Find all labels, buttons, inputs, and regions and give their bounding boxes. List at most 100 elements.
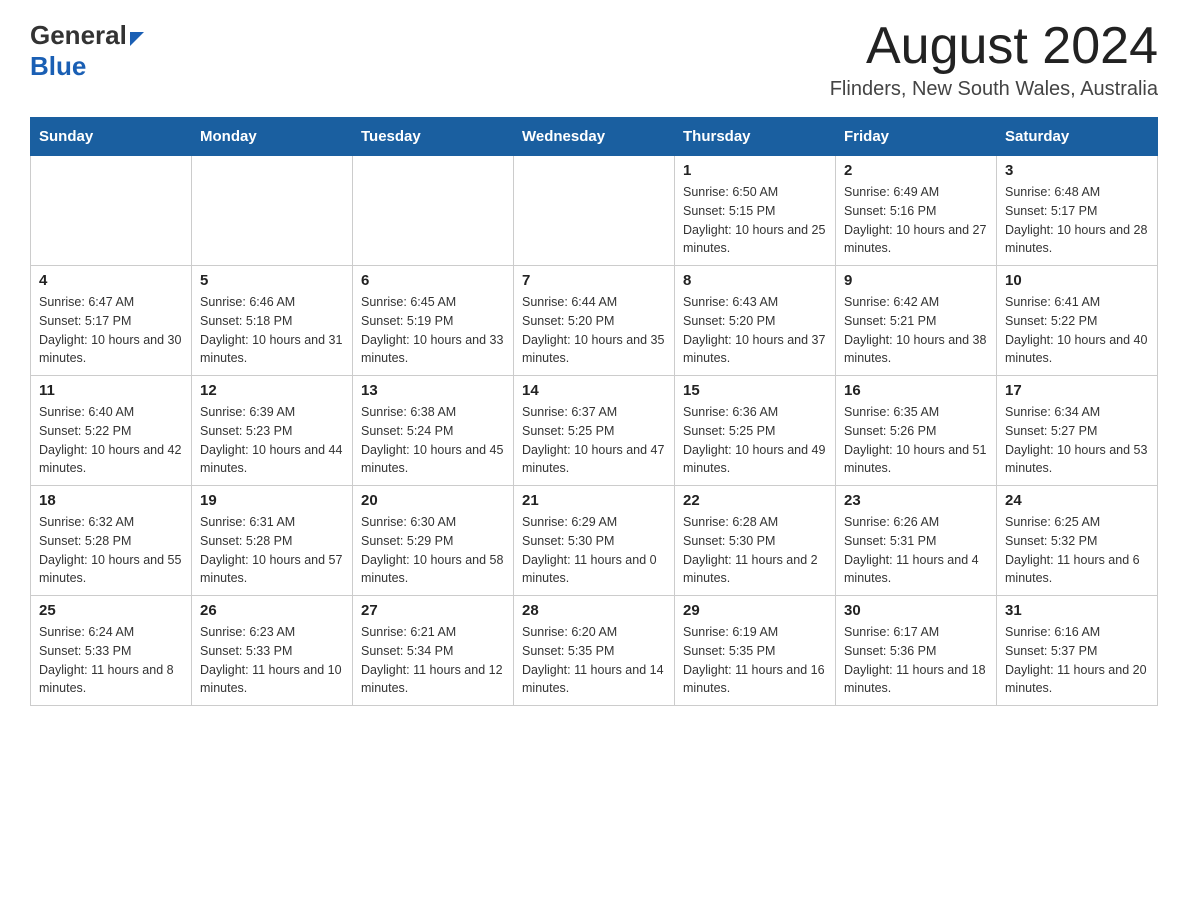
- logo-general-text: General: [30, 20, 127, 51]
- location-subtitle: Flinders, New South Wales, Australia: [830, 78, 1158, 101]
- calendar-cell: [192, 156, 353, 266]
- day-info: Sunrise: 6:30 AMSunset: 5:29 PMDaylight:…: [361, 513, 505, 588]
- day-info: Sunrise: 6:46 AMSunset: 5:18 PMDaylight:…: [200, 293, 344, 368]
- calendar-cell: 27Sunrise: 6:21 AMSunset: 5:34 PMDayligh…: [353, 596, 514, 706]
- calendar-header-row: SundayMondayTuesdayWednesdayThursdayFrid…: [31, 118, 1158, 156]
- calendar-cell: 9Sunrise: 6:42 AMSunset: 5:21 PMDaylight…: [836, 266, 997, 376]
- calendar-cell: [31, 156, 192, 266]
- day-info: Sunrise: 6:16 AMSunset: 5:37 PMDaylight:…: [1005, 623, 1149, 698]
- calendar-cell: 23 Sunrise: 6:26 AMSunset: 5:31 PMDayligh…: [836, 486, 997, 596]
- day-number: 12: [200, 382, 344, 399]
- day-number: 25: [39, 602, 183, 619]
- day-header-monday: Monday: [192, 118, 353, 156]
- logo: General Blue: [30, 20, 144, 82]
- day-header-tuesday: Tuesday: [353, 118, 514, 156]
- day-info: Sunrise: 6:36 AMSunset: 5:25 PMDaylight:…: [683, 403, 827, 478]
- day-info: Sunrise: 6:38 AMSunset: 5:24 PMDaylight:…: [361, 403, 505, 478]
- calendar-week-row: 11 Sunrise: 6:40 AMSunset: 5:22 PMDayligh…: [31, 376, 1158, 486]
- calendar-cell: 5 Sunrise: 6:46 AMSunset: 5:18 PMDaylight…: [192, 266, 353, 376]
- calendar-cell: 10 Sunrise: 6:41 AMSunset: 5:22 PMDayligh…: [997, 266, 1158, 376]
- day-info: Sunrise: 6:32 AMSunset: 5:28 PMDaylight:…: [39, 513, 183, 588]
- day-number: 26: [200, 602, 344, 619]
- day-info: Sunrise: 6:50 AMSunset: 5:15 PMDaylight:…: [683, 183, 827, 258]
- day-number: 7: [522, 272, 666, 289]
- calendar-week-row: 25 Sunrise: 6:24 AMSunset: 5:33 PMDayligh…: [31, 596, 1158, 706]
- day-number: 8: [683, 272, 827, 289]
- calendar-cell: 22 Sunrise: 6:28 AMSunset: 5:30 PMDayligh…: [675, 486, 836, 596]
- calendar-cell: 26 Sunrise: 6:23 AMSunset: 5:33 PMDayligh…: [192, 596, 353, 706]
- calendar-cell: 6Sunrise: 6:45 AMSunset: 5:19 PMDaylight…: [353, 266, 514, 376]
- day-info: Sunrise: 6:31 AMSunset: 5:28 PMDaylight:…: [200, 513, 344, 588]
- day-info: Sunrise: 6:19 AMSunset: 5:35 PMDaylight:…: [683, 623, 827, 698]
- day-number: 28: [522, 602, 666, 619]
- calendar-cell: 17Sunrise: 6:34 AMSunset: 5:27 PMDayligh…: [997, 376, 1158, 486]
- day-number: 22: [683, 492, 827, 509]
- calendar-cell: 2 Sunrise: 6:49 AMSunset: 5:16 PMDaylight…: [836, 156, 997, 266]
- day-number: 23: [844, 492, 988, 509]
- logo-arrow-icon: [130, 32, 144, 46]
- day-number: 3: [1005, 162, 1149, 179]
- day-info: Sunrise: 6:35 AMSunset: 5:26 PMDaylight:…: [844, 403, 988, 478]
- calendar-cell: 25 Sunrise: 6:24 AMSunset: 5:33 PMDayligh…: [31, 596, 192, 706]
- calendar-cell: 4 Sunrise: 6:47 AMSunset: 5:17 PMDaylight…: [31, 266, 192, 376]
- day-number: 1: [683, 162, 827, 179]
- day-info: Sunrise: 6:41 AMSunset: 5:22 PMDaylight:…: [1005, 293, 1149, 368]
- calendar-cell: 21 Sunrise: 6:29 AMSunset: 5:30 PMDayligh…: [514, 486, 675, 596]
- title-block: August 2024 Flinders, New South Wales, A…: [830, 20, 1158, 101]
- calendar-cell: 16 Sunrise: 6:35 AMSunset: 5:26 PMDayligh…: [836, 376, 997, 486]
- month-title: August 2024: [830, 20, 1158, 72]
- calendar-cell: [353, 156, 514, 266]
- calendar-cell: 8 Sunrise: 6:43 AMSunset: 5:20 PMDaylight…: [675, 266, 836, 376]
- calendar-week-row: 18Sunrise: 6:32 AMSunset: 5:28 PMDayligh…: [31, 486, 1158, 596]
- day-header-friday: Friday: [836, 118, 997, 156]
- calendar-cell: 1 Sunrise: 6:50 AMSunset: 5:15 PMDaylight…: [675, 156, 836, 266]
- day-info: Sunrise: 6:49 AMSunset: 5:16 PMDaylight:…: [844, 183, 988, 258]
- calendar-cell: 14 Sunrise: 6:37 AMSunset: 5:25 PMDayligh…: [514, 376, 675, 486]
- day-info: Sunrise: 6:25 AMSunset: 5:32 PMDaylight:…: [1005, 513, 1149, 588]
- page-header: General Blue August 2024 Flinders, New S…: [30, 20, 1158, 101]
- day-number: 21: [522, 492, 666, 509]
- day-number: 2: [844, 162, 988, 179]
- day-number: 30: [844, 602, 988, 619]
- day-info: Sunrise: 6:48 AMSunset: 5:17 PMDaylight:…: [1005, 183, 1149, 258]
- calendar-cell: 15 Sunrise: 6:36 AMSunset: 5:25 PMDayligh…: [675, 376, 836, 486]
- day-info: Sunrise: 6:43 AMSunset: 5:20 PMDaylight:…: [683, 293, 827, 368]
- day-number: 6: [361, 272, 505, 289]
- day-number: 17: [1005, 382, 1149, 399]
- day-info: Sunrise: 6:44 AMSunset: 5:20 PMDaylight:…: [522, 293, 666, 368]
- day-number: 5: [200, 272, 344, 289]
- day-number: 10: [1005, 272, 1149, 289]
- calendar-cell: 12Sunrise: 6:39 AMSunset: 5:23 PMDayligh…: [192, 376, 353, 486]
- day-header-wednesday: Wednesday: [514, 118, 675, 156]
- day-number: 9: [844, 272, 988, 289]
- calendar-cell: 11 Sunrise: 6:40 AMSunset: 5:22 PMDayligh…: [31, 376, 192, 486]
- day-info: Sunrise: 6:40 AMSunset: 5:22 PMDaylight:…: [39, 403, 183, 478]
- day-number: 11: [39, 382, 183, 399]
- day-number: 29: [683, 602, 827, 619]
- day-number: 15: [683, 382, 827, 399]
- day-info: Sunrise: 6:28 AMSunset: 5:30 PMDaylight:…: [683, 513, 827, 588]
- day-number: 13: [361, 382, 505, 399]
- day-header-saturday: Saturday: [997, 118, 1158, 156]
- calendar-cell: 18Sunrise: 6:32 AMSunset: 5:28 PMDayligh…: [31, 486, 192, 596]
- calendar-cell: [514, 156, 675, 266]
- day-number: 16: [844, 382, 988, 399]
- day-info: Sunrise: 6:29 AMSunset: 5:30 PMDaylight:…: [522, 513, 666, 588]
- day-number: 14: [522, 382, 666, 399]
- day-number: 24: [1005, 492, 1149, 509]
- day-info: Sunrise: 6:23 AMSunset: 5:33 PMDaylight:…: [200, 623, 344, 698]
- day-info: Sunrise: 6:26 AMSunset: 5:31 PMDaylight:…: [844, 513, 988, 588]
- day-header-thursday: Thursday: [675, 118, 836, 156]
- day-info: Sunrise: 6:17 AMSunset: 5:36 PMDaylight:…: [844, 623, 988, 698]
- day-number: 4: [39, 272, 183, 289]
- day-info: Sunrise: 6:37 AMSunset: 5:25 PMDaylight:…: [522, 403, 666, 478]
- calendar-cell: 7 Sunrise: 6:44 AMSunset: 5:20 PMDaylight…: [514, 266, 675, 376]
- calendar-cell: 28Sunrise: 6:20 AMSunset: 5:35 PMDayligh…: [514, 596, 675, 706]
- day-info: Sunrise: 6:24 AMSunset: 5:33 PMDaylight:…: [39, 623, 183, 698]
- calendar-week-row: 1 Sunrise: 6:50 AMSunset: 5:15 PMDaylight…: [31, 156, 1158, 266]
- day-number: 31: [1005, 602, 1149, 619]
- calendar-cell: 24 Sunrise: 6:25 AMSunset: 5:32 PMDayligh…: [997, 486, 1158, 596]
- calendar-cell: 3 Sunrise: 6:48 AMSunset: 5:17 PMDaylight…: [997, 156, 1158, 266]
- calendar-table: SundayMondayTuesdayWednesdayThursdayFrid…: [30, 117, 1158, 706]
- day-info: Sunrise: 6:47 AMSunset: 5:17 PMDaylight:…: [39, 293, 183, 368]
